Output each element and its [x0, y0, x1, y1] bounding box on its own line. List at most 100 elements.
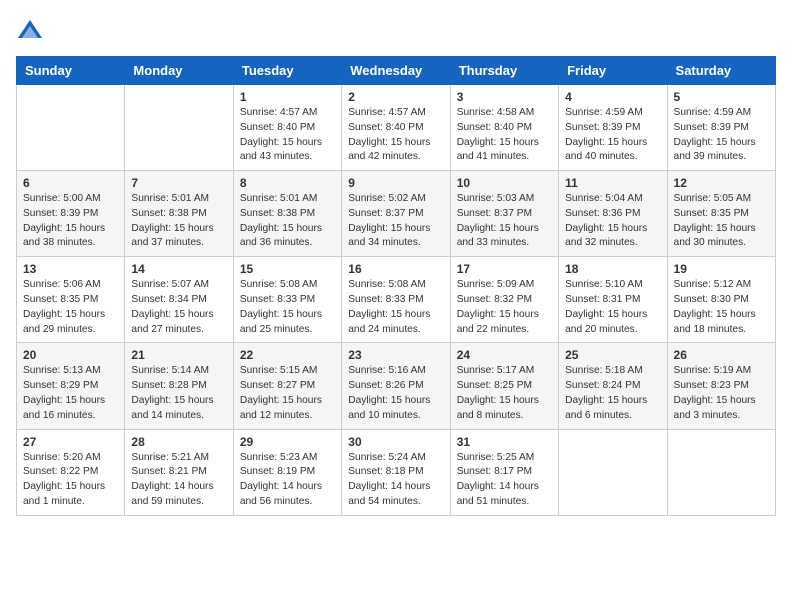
calendar-week-row: 1 Sunrise: 4:57 AM Sunset: 8:40 PM Daylig… [17, 85, 776, 171]
calendar-day-cell: 11Sunrise: 5:04 AM Sunset: 8:36 PM Dayli… [559, 171, 667, 257]
calendar-day-cell: 25 Sunrise: 5:18 AM Sunset: 8:24 PM Dayli… [559, 343, 667, 429]
logo-icon [16, 16, 44, 44]
day-number: 2 [348, 90, 443, 104]
day-info: Sunrise: 5:13 AM Sunset: 8:29 PM Dayligh… [23, 364, 118, 423]
day-info: Sunrise: 4:59 AM Sunset: 8:39 PM Dayligh… [674, 106, 769, 165]
day-info: Sunrise: 5:15 AM Sunset: 8:27 PM Dayligh… [240, 364, 335, 423]
calendar-day-cell: 20 Sunrise: 5:13 AM Sunset: 8:29 PM Dayli… [17, 343, 125, 429]
day-info: Sunrise: 4:58 AM Sunset: 8:40 PM Dayligh… [457, 106, 552, 165]
day-info: Sunrise: 5:05 AM Sunset: 8:35 PM Dayligh… [674, 192, 769, 251]
calendar-day-cell: 12 Sunrise: 5:05 AM Sunset: 8:35 PM Dayli… [667, 171, 775, 257]
calendar-day-cell: 4 Sunrise: 4:59 AM Sunset: 8:39 PM Daylig… [559, 85, 667, 171]
day-number: 8 [240, 176, 335, 190]
calendar-day-cell: 2 Sunrise: 4:57 AM Sunset: 8:40 PM Daylig… [342, 85, 450, 171]
calendar-header-row: SundayMondayTuesdayWednesdayThursdayFrid… [17, 57, 776, 85]
calendar-day-cell [667, 429, 775, 515]
day-number: 11 [565, 176, 660, 190]
day-number: 7 [131, 176, 226, 190]
day-info: Sunrise: 5:01 AM Sunset: 8:38 PM Dayligh… [131, 192, 226, 251]
calendar-day-cell: 5 Sunrise: 4:59 AM Sunset: 8:39 PM Daylig… [667, 85, 775, 171]
calendar-day-cell: 30 Sunrise: 5:24 AM Sunset: 8:18 PM Dayli… [342, 429, 450, 515]
calendar-day-cell: 1 Sunrise: 4:57 AM Sunset: 8:40 PM Daylig… [233, 85, 341, 171]
day-of-week-header: Sunday [17, 57, 125, 85]
day-number: 31 [457, 435, 552, 449]
day-number: 4 [565, 90, 660, 104]
day-number: 6 [23, 176, 118, 190]
calendar-day-cell: 29Sunrise: 5:23 AM Sunset: 8:19 PM Dayli… [233, 429, 341, 515]
day-info: Sunrise: 5:18 AM Sunset: 8:24 PM Dayligh… [565, 364, 660, 423]
day-info: Sunrise: 5:14 AM Sunset: 8:28 PM Dayligh… [131, 364, 226, 423]
day-info: Sunrise: 5:17 AM Sunset: 8:25 PM Dayligh… [457, 364, 552, 423]
day-number: 10 [457, 176, 552, 190]
calendar-day-cell [17, 85, 125, 171]
day-info: Sunrise: 5:00 AM Sunset: 8:39 PM Dayligh… [23, 192, 118, 251]
calendar-day-cell: 24Sunrise: 5:17 AM Sunset: 8:25 PM Dayli… [450, 343, 558, 429]
calendar-week-row: 6 Sunrise: 5:00 AM Sunset: 8:39 PM Daylig… [17, 171, 776, 257]
day-info: Sunrise: 5:24 AM Sunset: 8:18 PM Dayligh… [348, 451, 443, 510]
day-number: 27 [23, 435, 118, 449]
day-number: 14 [131, 262, 226, 276]
day-number: 29 [240, 435, 335, 449]
day-info: Sunrise: 5:02 AM Sunset: 8:37 PM Dayligh… [348, 192, 443, 251]
calendar-day-cell: 16 Sunrise: 5:08 AM Sunset: 8:33 PM Dayli… [342, 257, 450, 343]
day-info: Sunrise: 5:08 AM Sunset: 8:33 PM Dayligh… [348, 278, 443, 337]
day-info: Sunrise: 4:57 AM Sunset: 8:40 PM Dayligh… [240, 106, 335, 165]
day-info: Sunrise: 5:03 AM Sunset: 8:37 PM Dayligh… [457, 192, 552, 251]
day-info: Sunrise: 5:25 AM Sunset: 8:17 PM Dayligh… [457, 451, 552, 510]
day-number: 28 [131, 435, 226, 449]
day-info: Sunrise: 5:19 AM Sunset: 8:23 PM Dayligh… [674, 364, 769, 423]
calendar-week-row: 20 Sunrise: 5:13 AM Sunset: 8:29 PM Dayli… [17, 343, 776, 429]
day-of-week-header: Saturday [667, 57, 775, 85]
day-number: 30 [348, 435, 443, 449]
day-info: Sunrise: 4:57 AM Sunset: 8:40 PM Dayligh… [348, 106, 443, 165]
day-info: Sunrise: 5:10 AM Sunset: 8:31 PM Dayligh… [565, 278, 660, 337]
calendar-week-row: 27 Sunrise: 5:20 AM Sunset: 8:22 PM Dayli… [17, 429, 776, 515]
calendar-table: SundayMondayTuesdayWednesdayThursdayFrid… [16, 56, 776, 516]
calendar-day-cell: 13Sunrise: 5:06 AM Sunset: 8:35 PM Dayli… [17, 257, 125, 343]
calendar-day-cell: 14 Sunrise: 5:07 AM Sunset: 8:34 PM Dayli… [125, 257, 233, 343]
calendar-day-cell: 18 Sunrise: 5:10 AM Sunset: 8:31 PM Dayli… [559, 257, 667, 343]
day-number: 12 [674, 176, 769, 190]
calendar-day-cell: 21 Sunrise: 5:14 AM Sunset: 8:28 PM Dayli… [125, 343, 233, 429]
day-number: 3 [457, 90, 552, 104]
day-info: Sunrise: 5:09 AM Sunset: 8:32 PM Dayligh… [457, 278, 552, 337]
calendar-day-cell: 6 Sunrise: 5:00 AM Sunset: 8:39 PM Daylig… [17, 171, 125, 257]
day-info: Sunrise: 5:20 AM Sunset: 8:22 PM Dayligh… [23, 451, 118, 510]
calendar-day-cell: 3 Sunrise: 4:58 AM Sunset: 8:40 PM Daylig… [450, 85, 558, 171]
page-header [16, 16, 776, 44]
day-number: 25 [565, 348, 660, 362]
calendar-day-cell: 19Sunrise: 5:12 AM Sunset: 8:30 PM Dayli… [667, 257, 775, 343]
logo [16, 16, 48, 44]
day-info: Sunrise: 4:59 AM Sunset: 8:39 PM Dayligh… [565, 106, 660, 165]
calendar-day-cell: 17 Sunrise: 5:09 AM Sunset: 8:32 PM Dayli… [450, 257, 558, 343]
day-info: Sunrise: 5:07 AM Sunset: 8:34 PM Dayligh… [131, 278, 226, 337]
day-info: Sunrise: 5:01 AM Sunset: 8:38 PM Dayligh… [240, 192, 335, 251]
day-number: 21 [131, 348, 226, 362]
day-number: 20 [23, 348, 118, 362]
day-of-week-header: Friday [559, 57, 667, 85]
day-number: 18 [565, 262, 660, 276]
day-number: 5 [674, 90, 769, 104]
calendar-day-cell: 15Sunrise: 5:08 AM Sunset: 8:33 PM Dayli… [233, 257, 341, 343]
day-number: 26 [674, 348, 769, 362]
day-info: Sunrise: 5:16 AM Sunset: 8:26 PM Dayligh… [348, 364, 443, 423]
day-number: 22 [240, 348, 335, 362]
calendar-day-cell: 22 Sunrise: 5:15 AM Sunset: 8:27 PM Dayli… [233, 343, 341, 429]
day-number: 16 [348, 262, 443, 276]
day-number: 1 [240, 90, 335, 104]
day-info: Sunrise: 5:08 AM Sunset: 8:33 PM Dayligh… [240, 278, 335, 337]
day-info: Sunrise: 5:12 AM Sunset: 8:30 PM Dayligh… [674, 278, 769, 337]
day-number: 9 [348, 176, 443, 190]
calendar-day-cell: 27 Sunrise: 5:20 AM Sunset: 8:22 PM Dayli… [17, 429, 125, 515]
day-number: 17 [457, 262, 552, 276]
day-info: Sunrise: 5:06 AM Sunset: 8:35 PM Dayligh… [23, 278, 118, 337]
day-number: 23 [348, 348, 443, 362]
calendar-day-cell: 31 Sunrise: 5:25 AM Sunset: 8:17 PM Dayli… [450, 429, 558, 515]
day-of-week-header: Monday [125, 57, 233, 85]
calendar-day-cell: 7 Sunrise: 5:01 AM Sunset: 8:38 PM Daylig… [125, 171, 233, 257]
calendar-day-cell: 10 Sunrise: 5:03 AM Sunset: 8:37 PM Dayli… [450, 171, 558, 257]
calendar-day-cell: 23 Sunrise: 5:16 AM Sunset: 8:26 PM Dayli… [342, 343, 450, 429]
day-of-week-header: Wednesday [342, 57, 450, 85]
calendar-day-cell [125, 85, 233, 171]
day-of-week-header: Thursday [450, 57, 558, 85]
